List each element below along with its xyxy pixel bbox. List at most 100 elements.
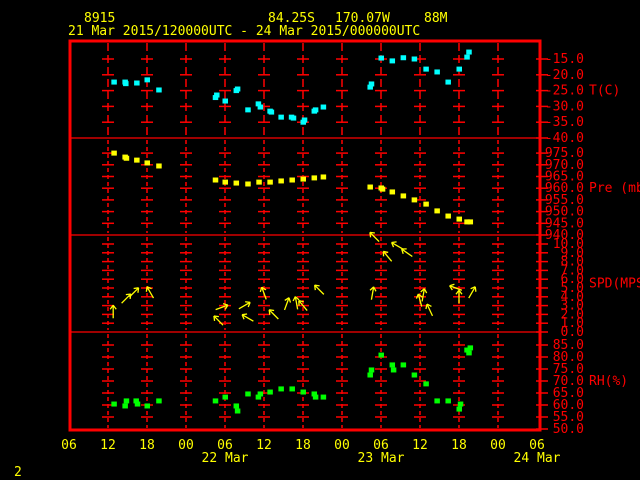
wind-arrow <box>128 287 140 298</box>
pressure-point <box>245 181 251 187</box>
temperature-point <box>268 109 275 115</box>
humidity-point <box>457 401 464 407</box>
wind-arrow-stroke <box>125 293 131 296</box>
wind-arrow <box>369 231 380 243</box>
temperature-point <box>278 114 284 120</box>
humidity-point <box>467 345 474 351</box>
wind-arrow <box>415 293 423 307</box>
humidity-point <box>134 401 141 407</box>
temperature-tick-label: -25.0 <box>545 84 584 99</box>
pressure-axis-label: Pre (mb) <box>589 181 640 196</box>
wind-arrow-stroke <box>314 285 316 291</box>
pressure-point <box>320 174 327 180</box>
wind-arrow <box>420 288 428 302</box>
wind-arrow-stroke <box>369 231 375 234</box>
temperature-point <box>290 115 297 121</box>
temperature-tick-label: -35.0 <box>545 115 584 130</box>
pressure-point <box>111 150 117 156</box>
wind-arrow <box>425 303 434 317</box>
humidity-point <box>367 372 373 378</box>
temperature-point <box>312 107 319 113</box>
pressure-point <box>289 177 295 183</box>
wind-arrow-stroke <box>268 309 271 315</box>
time-tick-label: 18 <box>295 438 311 453</box>
time-tick-label: 18 <box>451 438 467 453</box>
pressure-point <box>411 197 418 203</box>
time-tick-label: 12 <box>412 438 428 453</box>
temperature-point <box>466 49 472 55</box>
pressure-point <box>300 176 306 182</box>
humidity-point <box>320 394 327 400</box>
humidity-tick-label: 50.0 <box>553 422 584 437</box>
temperature-tick-label: -20.0 <box>545 68 584 83</box>
pressure-point <box>267 179 273 185</box>
temperature-point <box>144 77 150 83</box>
humidity-point <box>312 394 319 400</box>
temperature-point <box>445 79 451 85</box>
wind-arrow <box>238 301 251 310</box>
wind-arrow <box>369 286 377 300</box>
temperature-point <box>434 69 440 75</box>
humidity-point <box>111 401 117 407</box>
humidity-point <box>289 386 295 392</box>
wind-arrow-stroke <box>213 315 224 326</box>
humidity-point <box>278 386 284 392</box>
humidity-point <box>245 391 251 397</box>
wind-arrow <box>401 248 413 258</box>
pressure-point <box>134 157 140 163</box>
wind-arrow-stroke <box>474 286 477 292</box>
temperature-point <box>320 104 327 110</box>
humidity-point <box>390 367 397 373</box>
wind-arrow <box>391 241 404 250</box>
wind-arrow-stroke <box>213 315 216 322</box>
temperature-point <box>300 119 306 125</box>
temperature-tick-label: -40.0 <box>545 131 584 146</box>
pressure-point <box>233 180 240 186</box>
pressure-point <box>423 201 429 207</box>
wind-arrow-stroke <box>288 297 292 303</box>
humidity-point <box>445 398 451 404</box>
humidity-axis-label: RH(%) <box>589 374 628 389</box>
temperature-point <box>389 58 396 64</box>
humidity-point <box>156 398 162 404</box>
temperature-point <box>234 86 241 92</box>
wind-arrow-stroke <box>369 232 372 238</box>
wind-arrow-stroke <box>314 284 325 295</box>
date-label: 24 Mar <box>514 451 561 466</box>
date-label: 22 Mar <box>202 451 249 466</box>
date-label: 23 Mar <box>358 451 405 466</box>
wind-arrow-stroke <box>292 296 296 302</box>
humidity-point <box>234 408 241 414</box>
pressure-point <box>456 216 462 222</box>
page-number: 2 <box>14 465 22 480</box>
wind-arrow-stroke <box>121 293 132 304</box>
pressure-point <box>467 219 474 225</box>
pressure-point <box>212 177 219 183</box>
wind-arrow-stroke <box>133 287 139 290</box>
humidity-point <box>267 389 273 395</box>
pressure-point <box>256 179 262 185</box>
humidity-point <box>423 381 429 387</box>
pressure-point <box>278 178 284 184</box>
time-tick-label: 00 <box>490 438 506 453</box>
time-period: 21 Mar 2015/120000UTC - 24 Mar 2015/0000… <box>68 24 420 39</box>
temperature-axis-label: T(C) <box>589 84 620 99</box>
humidity-point <box>389 362 396 368</box>
temperature-point <box>411 56 418 62</box>
humidity-point <box>300 389 306 395</box>
humidity-point <box>257 391 264 397</box>
wind-arrow-stroke <box>145 286 148 292</box>
humidity-point <box>222 394 228 400</box>
wind-arrow <box>109 304 117 319</box>
time-tick-label: 18 <box>139 438 155 453</box>
pressure-point <box>123 155 130 161</box>
wind-arrow <box>213 315 224 326</box>
pressure-point <box>400 193 407 199</box>
pressure-point <box>311 175 318 181</box>
temperature-point <box>464 54 470 60</box>
pressure-point <box>367 184 373 190</box>
pressure-point <box>379 186 386 192</box>
wind-arrow <box>468 286 477 299</box>
temperature-point <box>222 98 228 104</box>
humidity-point <box>411 372 418 378</box>
